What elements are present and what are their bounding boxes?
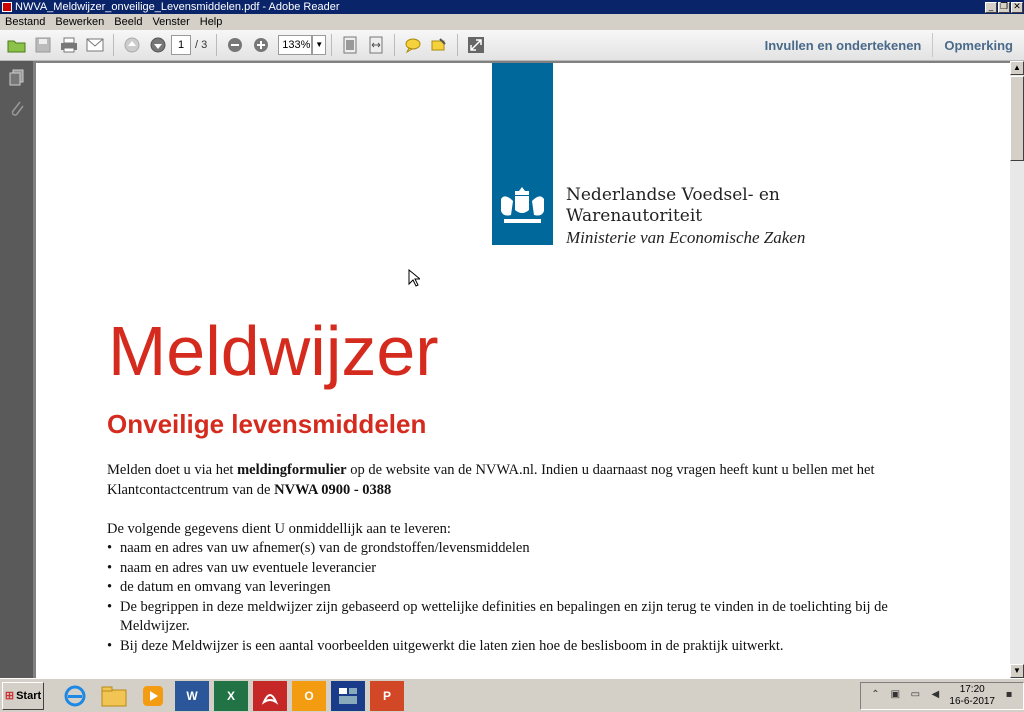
powerpoint-icon[interactable]: P [370,680,404,711]
show-hidden-icons-icon[interactable]: ⌃ [868,689,882,703]
organization-name: Nederlandse Voedsel- en Warenautoriteit [566,185,780,227]
show-desktop-icon[interactable]: ▪ [1002,689,1016,703]
internet-explorer-icon[interactable] [58,681,92,711]
system-clock[interactable]: 17:20 16-6-2017 [949,684,995,708]
intro-text-1: Melden doet u via het [107,462,238,478]
page-number-input[interactable]: 1 [171,35,191,55]
zoom-input[interactable]: 133% [278,35,313,55]
comment-bubble-icon[interactable] [401,34,425,56]
mouse-cursor-icon [408,268,422,291]
page-thumbnails-icon[interactable] [8,69,26,89]
scroll-up-arrow-icon[interactable]: ▲ [1010,61,1024,75]
menu-venster[interactable]: Venster [147,14,194,30]
navigation-pane [0,61,33,678]
start-button[interactable]: ⊞ Start [2,681,44,710]
menu-bestand[interactable]: Bestand [0,14,50,30]
crest-icon [496,181,549,231]
adobe-reader-icon [2,2,12,12]
network-icon[interactable]: ▣ [888,689,902,703]
page-total: / 3 [195,39,208,51]
attachments-paperclip-icon[interactable] [8,99,26,119]
document-title: Meldwijzer [108,312,439,390]
system-tray: ⌃ ▣ ▭ ◀ 17:20 16-6-2017 ▪ [860,681,1024,710]
requirements-list: naam en adres van uw afnemer(s) van de g… [107,539,907,656]
toolbar-separator [113,34,114,56]
open-folder-icon[interactable] [5,34,29,56]
email-icon[interactable] [83,34,107,56]
adobe-reader-taskbar-icon[interactable] [253,680,287,711]
toolbar-separator [331,34,333,56]
comment-button[interactable]: Opmerking [933,30,1024,60]
ministry-name: Ministerie van Economische Zaken [566,228,806,247]
toolbar-separator [394,34,396,56]
pdf-page: Nederlandse Voedsel- en Warenautoriteit … [36,63,1010,678]
fit-page-icon[interactable] [338,34,362,56]
list-item: De begrippen in deze meldwijzer zijn geb… [107,598,907,637]
menu-bar: Bestand Bewerken Beeld Venster Help [0,14,1024,30]
clock-date: 16-6-2017 [949,695,995,707]
excel-icon[interactable]: X [214,680,248,711]
fit-width-icon[interactable] [364,34,388,56]
full-screen-icon[interactable] [464,34,488,56]
start-label: Start [16,689,42,702]
requirements-heading: De volgende gegevens dient U onmiddellij… [107,520,451,537]
zoom-out-icon[interactable] [223,34,247,56]
minimize-button[interactable]: _ [985,1,997,13]
next-page-icon[interactable] [146,34,170,56]
save-icon[interactable] [31,34,55,56]
file-explorer-icon[interactable] [97,681,131,711]
toolbar-separator [457,34,459,56]
scroll-thumb[interactable] [1010,76,1024,161]
zoom-dropdown-chevron-icon[interactable]: ▼ [312,35,327,55]
document-viewport[interactable]: Nederlandse Voedsel- en Warenautoriteit … [33,61,1010,678]
menu-beeld[interactable]: Beeld [109,14,147,30]
windows-taskbar: ⊞ Start W X O P ⌃ ▣ ▭ ◀ 17:20 16-6-2017 … [0,678,1024,712]
print-icon[interactable] [57,34,81,56]
clock-time: 17:20 [959,683,985,695]
org-name-line1: Nederlandse Voedsel- en [566,185,780,205]
windows-logo-icon: ⊞ [4,690,15,702]
zoom-in-icon[interactable] [249,34,273,56]
menu-bewerken[interactable]: Bewerken [50,14,109,30]
intro-bold-phone: NVWA 0900 - 0388 [274,481,392,498]
intro-paragraph: Melden doet u via het meldingformulier o… [107,461,907,500]
toolbar-right-links: Invullen en ondertekenen Opmerking [754,30,1024,60]
word-icon[interactable]: W [175,680,209,711]
scroll-down-arrow-icon[interactable]: ▼ [1010,664,1024,678]
close-button[interactable]: ✕ [1011,1,1023,13]
list-item: Bij deze Meldwijzer is een aantal voorbe… [107,637,907,657]
document-subtitle: Onveilige levensmiddelen [107,409,427,439]
list-item: naam en adres van uw eventuele leveranci… [107,559,907,579]
highlight-pen-icon[interactable] [427,34,451,56]
media-player-icon[interactable] [136,681,170,711]
org-name-line2: Warenautoriteit [566,206,703,226]
vertical-scrollbar[interactable]: ▲ ▼ [1010,61,1024,678]
presentation-app-icon[interactable] [331,680,365,711]
window-title: NWVA_Meldwijzer_onveilige_Levensmiddelen… [15,1,340,13]
intro-bold-form: meldingformulier [237,462,347,478]
rijksoverheid-logo [492,63,553,245]
fill-and-sign-button[interactable]: Invullen en ondertekenen [754,30,933,60]
previous-page-icon[interactable] [120,34,144,56]
toolbar-separator [216,34,218,56]
volume-icon[interactable]: ◀ [928,689,942,703]
outlook-icon[interactable]: O [292,680,326,711]
list-item: naam en adres van uw afnemer(s) van de g… [107,539,907,559]
list-item: de datum en omvang van leveringen [107,578,907,598]
toolbar: 1 / 3 133% ▼ Invullen en ondertekenen Op… [0,30,1024,61]
window-title-bar[interactable]: NWVA_Meldwijzer_onveilige_Levensmiddelen… [0,0,1024,14]
document-body: Melden doet u via het meldingformulier o… [107,461,907,656]
menu-help[interactable]: Help [195,14,228,30]
display-icon[interactable]: ▭ [908,689,922,703]
restore-button[interactable]: ❐ [998,1,1010,13]
